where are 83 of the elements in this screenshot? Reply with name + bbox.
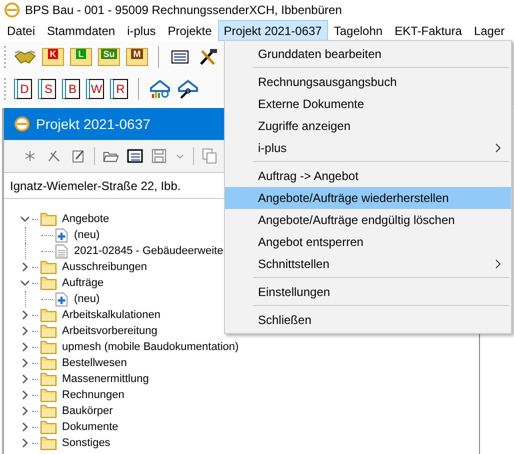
tree-item[interactable]: Arbeitsvorbereitung	[62, 325, 158, 337]
tree-item[interactable]: Bestellwesen	[62, 357, 127, 369]
menu-entry[interactable]: Schließen	[225, 309, 511, 331]
folder-icon	[40, 308, 57, 322]
envelope-button[interactable]: M	[126, 48, 148, 66]
menu-item[interactable]: Datei	[1, 20, 42, 41]
folder-icon	[40, 340, 57, 354]
house-chart-icon[interactable]	[149, 79, 171, 99]
envelope-letter: K	[48, 49, 58, 59]
app-logo-icon	[14, 116, 30, 132]
menu-entry[interactable]: Zugriffe anzeigen	[225, 115, 511, 137]
document-icon	[55, 244, 68, 258]
edit-document-icon[interactable]	[70, 148, 86, 164]
document-button[interactable]: R	[110, 79, 128, 99]
envelope-letter: M	[131, 49, 143, 59]
document-button[interactable]: B	[62, 79, 80, 99]
envelope-letter: L	[76, 49, 86, 59]
document-button[interactable]: S	[38, 79, 56, 99]
menu-entry[interactable]: Angebote/Aufträge wiederherstellen	[225, 187, 511, 209]
folder-icon	[40, 324, 57, 338]
menu-item[interactable]: Projekte	[162, 20, 218, 41]
folder-icon	[40, 276, 57, 290]
panel-title: Projekt 2021-0637	[36, 116, 150, 132]
menu-item[interactable]: Stammdaten	[41, 20, 122, 41]
collapsed-chevron-icon[interactable]	[20, 438, 30, 448]
menu-item[interactable]: Tagelohn	[328, 20, 389, 41]
menu-entry[interactable]: Angebote/Aufträge endgültig löschen	[225, 209, 511, 231]
folder-icon	[40, 404, 57, 418]
expanded-chevron-icon[interactable]	[20, 214, 30, 224]
menu-item[interactable]: Lager	[468, 20, 511, 41]
folder-icon	[40, 212, 57, 226]
tree-item[interactable]: Baukörper	[62, 405, 113, 417]
menu-entry[interactable]: Angebot entsperren	[225, 231, 511, 253]
menu-entry[interactable]: Einstellungen	[225, 281, 511, 303]
copy-icon[interactable]	[202, 148, 218, 164]
collapsed-chevron-icon[interactable]	[20, 262, 30, 272]
save-icon[interactable]	[151, 148, 167, 164]
menu-item[interactable]: EKT-Faktura	[388, 20, 468, 41]
tree-item[interactable]: Arbeitskalkulationen	[62, 309, 160, 321]
expanded-chevron-icon[interactable]	[20, 278, 30, 288]
collapsed-chevron-icon[interactable]	[20, 406, 30, 416]
cut-icon[interactable]	[46, 148, 62, 164]
menu-entry[interactable]: Grunddaten bearbeiten	[225, 43, 511, 65]
folder-icon	[40, 260, 57, 274]
envelope-button[interactable]: K	[42, 48, 64, 66]
menu-item[interactable]: Projekt 2021-0637	[218, 20, 328, 41]
menu-item[interactable]: i-plus	[121, 20, 162, 41]
envelope-button[interactable]: Su	[98, 48, 120, 66]
folder-icon	[40, 388, 57, 402]
document-button[interactable]: W	[86, 79, 104, 99]
tree-item[interactable]: (neu)	[74, 229, 100, 241]
collapsed-chevron-icon[interactable]	[20, 310, 30, 320]
collapsed-chevron-icon[interactable]	[20, 342, 30, 352]
envelope-letter: Su	[101, 49, 117, 59]
menu-entry[interactable]: Externe Dokumente	[225, 93, 511, 115]
list-icon[interactable]	[127, 148, 143, 164]
collapsed-chevron-icon[interactable]	[20, 326, 30, 336]
folder-icon	[40, 420, 57, 434]
collapsed-chevron-icon[interactable]	[20, 422, 30, 432]
new-document-icon	[55, 228, 68, 242]
tree-item[interactable]: Angebote	[62, 213, 110, 225]
new-document-icon	[55, 292, 68, 306]
collapsed-chevron-icon[interactable]	[20, 374, 30, 384]
menu-entry[interactable]: Rechnungsausgangsbuch	[225, 71, 511, 93]
tree-item[interactable]: Ausschreibungen	[62, 261, 148, 273]
menu-entry[interactable]: i-plus	[225, 137, 511, 159]
tools-icon[interactable]	[197, 47, 219, 67]
tree-item[interactable]: upmesh (mobile Baudokumentation)	[62, 341, 239, 353]
tree-item[interactable]: Sonstiges	[62, 437, 110, 449]
collapsed-chevron-icon[interactable]	[20, 390, 30, 400]
tree-item[interactable]: (neu)	[74, 293, 100, 305]
document-button[interactable]: D	[14, 79, 32, 99]
collapsed-chevron-icon[interactable]	[20, 358, 30, 368]
menu-entry[interactable]: Schnittstellen	[225, 253, 511, 275]
folder-icon	[40, 436, 57, 450]
tree-item[interactable]: Massenermittlung	[62, 373, 149, 385]
tree-item[interactable]: Aufträge	[62, 277, 104, 289]
folder-icon	[40, 372, 57, 386]
tree-item[interactable]: 2021-02845 - Gebäudeerweite	[74, 245, 224, 257]
folder-icon	[40, 356, 57, 370]
tree-item[interactable]: Dokumente	[62, 421, 118, 433]
tree-item[interactable]: Rechnungen	[62, 389, 124, 401]
window-title: BPS Bau - 001 - 95009 RechnungssenderXCH, Ibbenbüren	[25, 3, 342, 17]
